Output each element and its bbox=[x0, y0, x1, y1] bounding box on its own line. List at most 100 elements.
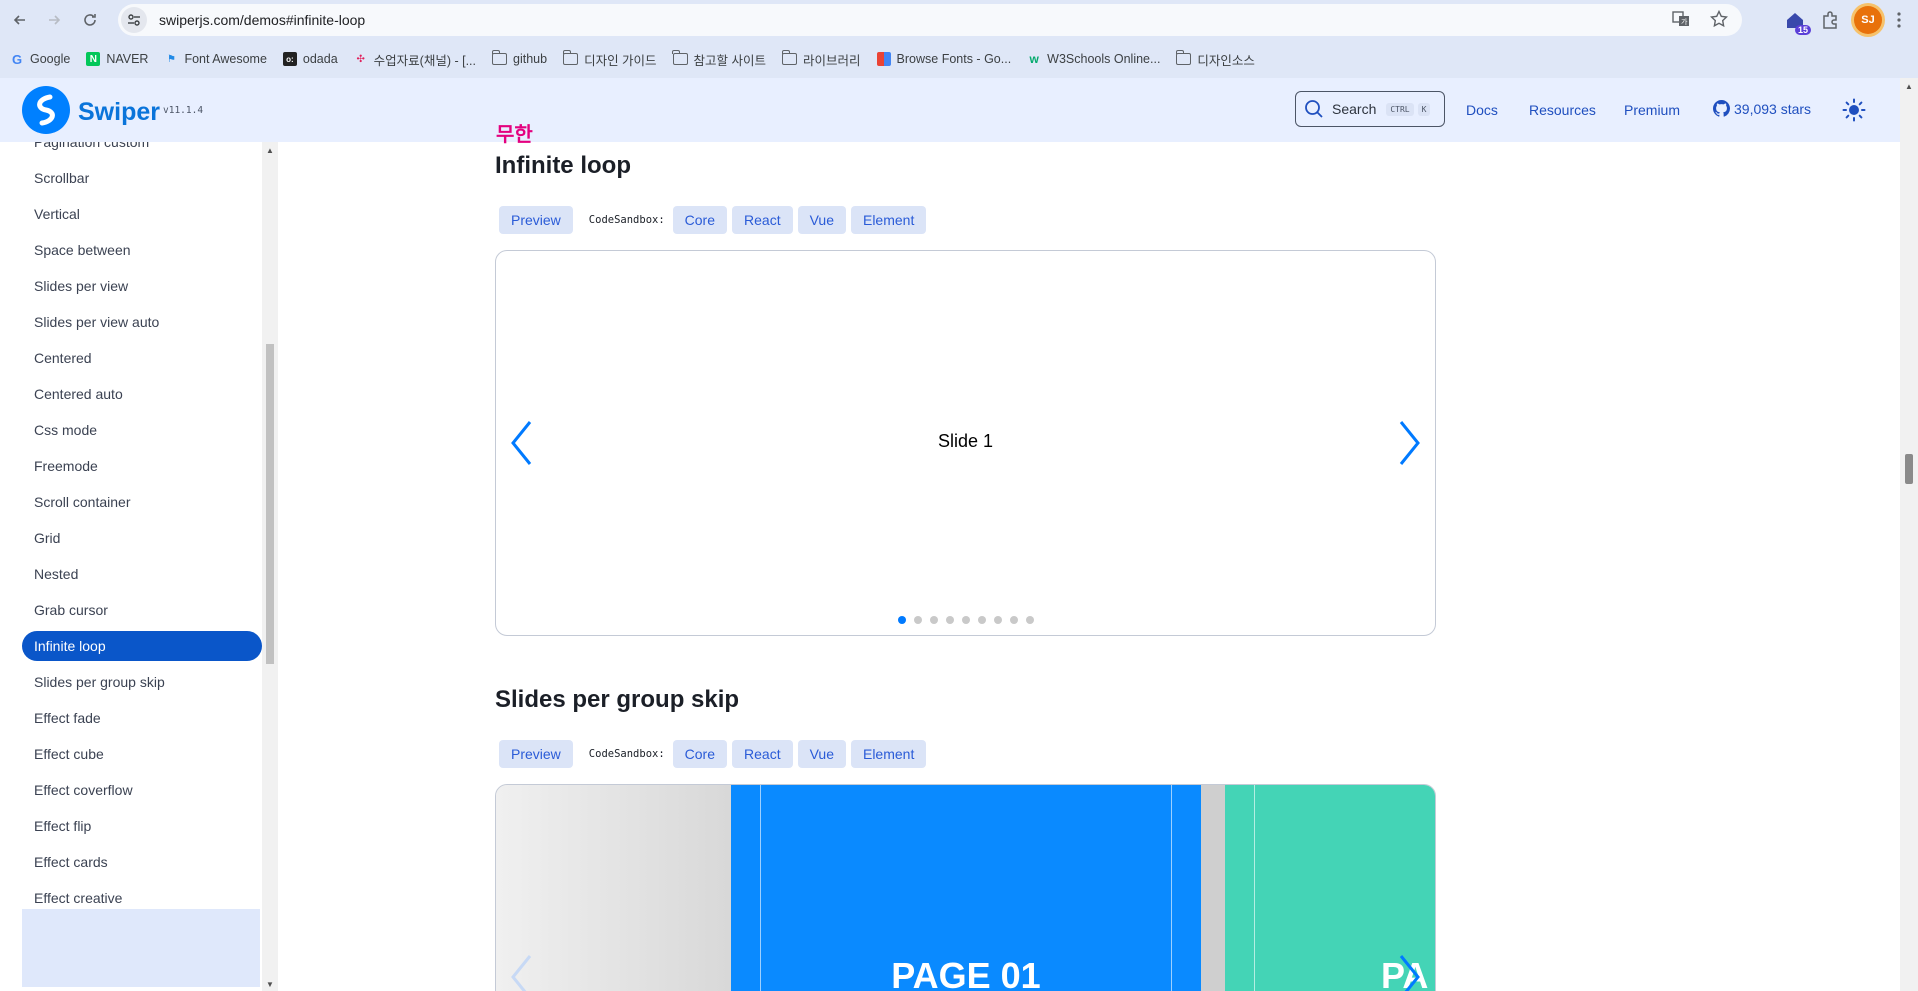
bookmark-folder-github[interactable]: github bbox=[491, 50, 547, 66]
nav-docs[interactable]: Docs bbox=[1466, 102, 1498, 118]
swiper-logo-icon[interactable] bbox=[22, 86, 70, 134]
pagination-bullet[interactable] bbox=[993, 616, 1002, 624]
slider-next-arrow-icon[interactable] bbox=[1395, 419, 1423, 467]
sidebar-item-freemode[interactable]: Freemode bbox=[22, 448, 262, 484]
odada-icon: o: bbox=[282, 52, 297, 66]
scroll-up-arrow-icon[interactable]: ▲ bbox=[1905, 82, 1913, 91]
sidebar-item-effect-cards[interactable]: Effect cards bbox=[22, 844, 262, 880]
search-button[interactable]: Search CTRL K bbox=[1295, 91, 1445, 127]
sidebar-item-effect-fade[interactable]: Effect fade bbox=[22, 700, 262, 736]
bookmark-fontawesome[interactable]: ⚑ Font Awesome bbox=[164, 52, 267, 66]
reload-button[interactable] bbox=[78, 8, 102, 32]
pagination-bullet[interactable] bbox=[1009, 616, 1018, 624]
site-header: Swiper v11.1.4 Search CTRL K Docs Resour… bbox=[0, 78, 1900, 142]
theme-toggle-button[interactable] bbox=[1842, 98, 1866, 122]
bookmark-folder-design-guide[interactable]: 디자인 가이드 bbox=[562, 50, 657, 69]
pagination-bullet[interactable] bbox=[945, 616, 954, 624]
extensions-puzzle-icon[interactable] bbox=[1820, 10, 1840, 30]
bookmark-folder-design-source[interactable]: 디자인소스 bbox=[1175, 50, 1255, 69]
sidebar-item-effect-coverflow[interactable]: Effect coverflow bbox=[22, 772, 262, 808]
bookmark-label: W3Schools Online... bbox=[1047, 52, 1161, 66]
bookmark-label: Google bbox=[30, 52, 71, 66]
forward-button[interactable] bbox=[42, 8, 66, 32]
scroll-down-arrow-icon[interactable]: ▼ bbox=[266, 980, 274, 989]
extension-badge-icon[interactable]: 15 bbox=[1784, 9, 1811, 35]
site-info-icon[interactable] bbox=[121, 7, 147, 33]
sidebar-item-infinite-loop[interactable]: Infinite loop bbox=[22, 631, 262, 661]
pagination-bullet[interactable] bbox=[977, 616, 986, 624]
github-stars-link[interactable]: 39,093 stars bbox=[1713, 100, 1811, 117]
slide-page-01: PAGE 01 bbox=[731, 785, 1201, 991]
pagination-bullet[interactable] bbox=[897, 616, 906, 624]
bookmark-star-icon[interactable] bbox=[1710, 10, 1728, 28]
pagination-bullet[interactable] bbox=[913, 616, 922, 624]
page-scroll-thumb[interactable] bbox=[1905, 454, 1913, 484]
codesandbox-element-link[interactable]: Element bbox=[850, 206, 927, 234]
more-menu-icon[interactable] bbox=[1896, 11, 1902, 29]
bookmark-label: 참고할 사이트 bbox=[693, 53, 767, 68]
codesandbox-react-link[interactable]: React bbox=[732, 740, 793, 768]
slider-pagination bbox=[496, 616, 1435, 624]
bookmark-folder-reference[interactable]: 참고할 사이트 bbox=[672, 50, 767, 69]
shortcut-key-k: K bbox=[1417, 102, 1431, 116]
codesandbox-vue-link[interactable]: Vue bbox=[797, 740, 846, 768]
pagination-bullet[interactable] bbox=[1025, 616, 1034, 624]
bookmark-naver[interactable]: N NAVER bbox=[86, 52, 148, 66]
pagination-bullet[interactable] bbox=[929, 616, 938, 624]
bookmark-google-fonts[interactable]: Browse Fonts - Go... bbox=[876, 52, 1011, 66]
sidebar-item-effect-cube[interactable]: Effect cube bbox=[22, 736, 262, 772]
sidebar-item-centered[interactable]: Centered bbox=[22, 340, 262, 376]
codesandbox-element-link[interactable]: Element bbox=[850, 740, 927, 768]
address-bar[interactable]: swiperjs.com/demos#infinite-loop 가 bbox=[118, 4, 1742, 36]
slides-per-group-skip-demo[interactable]: PAGE 01 PA bbox=[495, 784, 1436, 991]
sidebar-scrollbar[interactable]: ▲ ▼ bbox=[262, 142, 278, 991]
translate-icon[interactable]: 가 bbox=[1672, 10, 1690, 28]
codesandbox-core-link[interactable]: Core bbox=[672, 740, 728, 768]
sidebar-item-grab-cursor[interactable]: Grab cursor bbox=[22, 592, 262, 628]
infinite-loop-demo[interactable]: Slide 1 bbox=[495, 250, 1436, 636]
preview-button[interactable]: Preview bbox=[499, 740, 573, 768]
folder-icon bbox=[672, 50, 688, 65]
slider-next-arrow-icon[interactable] bbox=[1395, 953, 1423, 991]
back-button[interactable] bbox=[8, 8, 32, 32]
bookmark-slack[interactable]: ✣ 수업자료(채널) - [... bbox=[354, 50, 476, 69]
sidebar-item-space-between[interactable]: Space between bbox=[22, 232, 262, 268]
sidebar-item-slides-per-view[interactable]: Slides per view bbox=[22, 268, 262, 304]
sidebar-item-css-mode[interactable]: Css mode bbox=[22, 412, 262, 448]
sidebar-item-scroll-container[interactable]: Scroll container bbox=[22, 484, 262, 520]
bookmark-w3schools[interactable]: w W3Schools Online... bbox=[1027, 52, 1161, 66]
bookmark-odada[interactable]: o: odada bbox=[282, 52, 338, 66]
pagination-bullet[interactable] bbox=[961, 616, 970, 624]
url-text: swiperjs.com/demos#infinite-loop bbox=[159, 12, 366, 28]
brand-name[interactable]: Swiper bbox=[78, 98, 160, 127]
bookmark-label: 디자인 가이드 bbox=[584, 53, 657, 68]
scroll-up-arrow-icon[interactable]: ▲ bbox=[266, 146, 274, 155]
naver-icon: N bbox=[86, 52, 101, 66]
profile-avatar[interactable]: SJ bbox=[1854, 6, 1882, 34]
sidebar-item-slides-per-group-skip[interactable]: Slides per group skip bbox=[22, 664, 262, 700]
codesandbox-vue-link[interactable]: Vue bbox=[797, 206, 846, 234]
bookmark-google[interactable]: G Google bbox=[10, 51, 71, 67]
sidebar-item-effect-flip[interactable]: Effect flip bbox=[22, 808, 262, 844]
sidebar-item-centered-auto[interactable]: Centered auto bbox=[22, 376, 262, 412]
nav-resources[interactable]: Resources bbox=[1529, 102, 1596, 118]
sidebar-item-vertical[interactable]: Vertical bbox=[22, 196, 262, 232]
sidebar-item-pagination-custom[interactable]: Pagination custom bbox=[22, 142, 262, 160]
sidebar-item-grid[interactable]: Grid bbox=[22, 520, 262, 556]
sidebar-scroll-thumb[interactable] bbox=[266, 344, 274, 664]
sidebar-item-nested[interactable]: Nested bbox=[22, 556, 262, 592]
sidebar: Pagination custom Scrollbar Vertical Spa… bbox=[0, 142, 278, 991]
sidebar-item-scrollbar[interactable]: Scrollbar bbox=[22, 160, 262, 196]
sun-icon bbox=[1842, 98, 1866, 122]
github-icon bbox=[1713, 100, 1730, 117]
nav-premium[interactable]: Premium bbox=[1624, 102, 1680, 118]
slider-prev-arrow-icon[interactable] bbox=[508, 953, 536, 991]
sidebar-item-slides-per-view-auto[interactable]: Slides per view auto bbox=[22, 304, 262, 340]
codesandbox-core-link[interactable]: Core bbox=[672, 206, 728, 234]
bookmark-label: 수업자료(채널) - [... bbox=[373, 53, 476, 68]
page-scrollbar[interactable]: ▲ bbox=[1900, 78, 1918, 991]
google-icon: G bbox=[11, 51, 23, 67]
codesandbox-react-link[interactable]: React bbox=[732, 206, 793, 234]
bookmark-folder-library[interactable]: 라이브러리 bbox=[781, 50, 861, 69]
preview-button[interactable]: Preview bbox=[499, 206, 573, 234]
